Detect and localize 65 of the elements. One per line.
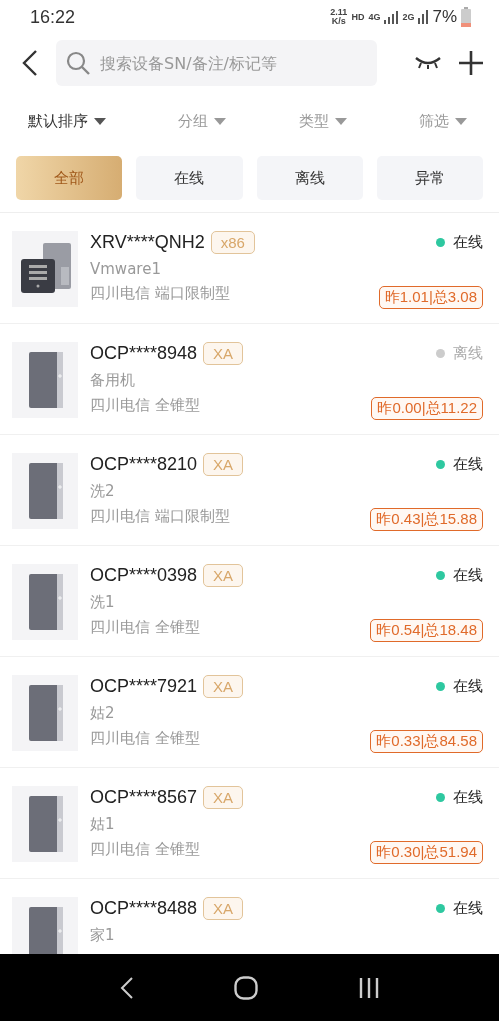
status-time: 16:22 xyxy=(30,6,76,28)
earnings-badge: 昨0.54|总18.48 xyxy=(370,619,483,642)
device-network-info: 四川电信 全锥型 xyxy=(90,396,201,415)
device-type-tag: XA xyxy=(203,453,244,476)
device-serial: OCP****7921 xyxy=(90,676,198,697)
home-icon[interactable] xyxy=(234,975,259,1000)
search-field[interactable]: 搜索设备SN/备注/标记等 xyxy=(56,40,377,86)
device-name: 姑1 xyxy=(90,815,116,834)
speed-unit: K/s xyxy=(331,17,346,26)
device-name: 姑2 xyxy=(90,704,116,723)
device-type-tag: XA xyxy=(203,564,244,587)
device-serial: OCP****8567 xyxy=(90,787,198,808)
device-name: 洗2 xyxy=(90,482,116,501)
device-network-info: 四川电信 全锥型 xyxy=(90,618,201,637)
network-type: 4G xyxy=(368,12,381,22)
earnings-badge: 昨0.00|总11.22 xyxy=(371,397,483,420)
device-type-tag: XA xyxy=(203,897,244,920)
status-label: 在线 xyxy=(453,233,483,252)
caret-icon xyxy=(455,117,467,125)
status-label: 在线 xyxy=(453,566,483,585)
status-label: 在线 xyxy=(453,677,483,696)
device-name: 备用机 xyxy=(90,371,136,390)
caret-icon xyxy=(94,117,106,125)
device-serial: OCP****8210 xyxy=(90,454,198,475)
device-type-tag: XA xyxy=(203,786,244,809)
device-serial: XRV****QNH2 xyxy=(90,232,205,253)
earnings-badge: 昨1.01|总3.08 xyxy=(378,286,483,309)
eye-closed-icon[interactable] xyxy=(415,56,441,70)
recent-apps-icon[interactable] xyxy=(358,977,379,998)
battery-icon xyxy=(461,7,471,27)
battery-percent: 7% xyxy=(432,7,457,27)
filter-tab[interactable]: 异常 xyxy=(376,156,483,200)
signal-icon xyxy=(418,10,429,24)
device-type-tag: XA xyxy=(203,342,244,365)
filter-tab[interactable]: 在线 xyxy=(136,156,243,200)
status-label: 在线 xyxy=(453,788,483,807)
device-type-tag: XA xyxy=(203,675,244,698)
signal-icon xyxy=(384,10,399,24)
sort-dropdown[interactable]: 默认排序 xyxy=(28,111,106,131)
caret-icon xyxy=(334,117,347,125)
device-type-tag: x86 xyxy=(210,231,255,254)
earnings-badge: 昨0.30|总51.94 xyxy=(370,841,483,864)
device-serial: OCP****0398 xyxy=(90,565,198,586)
network-type: 2G xyxy=(402,12,415,22)
device-network-info: 四川电信 端口限制型 xyxy=(90,284,231,303)
add-icon[interactable] xyxy=(459,51,483,75)
filter-tab[interactable]: 离线 xyxy=(256,156,363,200)
device-network-info: 四川电信 全锥型 xyxy=(90,840,201,859)
status-label: 在线 xyxy=(453,455,483,474)
earnings-badge: 昨0.43|总15.88 xyxy=(370,508,483,531)
caret-icon xyxy=(214,117,227,125)
device-name: 洗1 xyxy=(90,593,116,612)
status-label: 在线 xyxy=(453,899,483,918)
network-speed: 2.11 xyxy=(330,8,348,17)
device-name: Vmware1 xyxy=(90,260,162,278)
device-name: 家1 xyxy=(90,926,116,945)
device-serial: OCP****8488 xyxy=(90,898,198,919)
device-serial: OCP****8948 xyxy=(90,343,198,364)
device-network-info: 四川电信 端口限制型 xyxy=(90,507,231,526)
device-network-info: 四川电信 全锥型 xyxy=(90,729,201,748)
hd-indicator: HD xyxy=(351,12,365,22)
status-label: 离线 xyxy=(453,344,483,363)
earnings-badge: 昨0.33|总84.58 xyxy=(370,730,483,753)
search-icon xyxy=(66,51,90,75)
back-icon[interactable] xyxy=(22,50,38,76)
